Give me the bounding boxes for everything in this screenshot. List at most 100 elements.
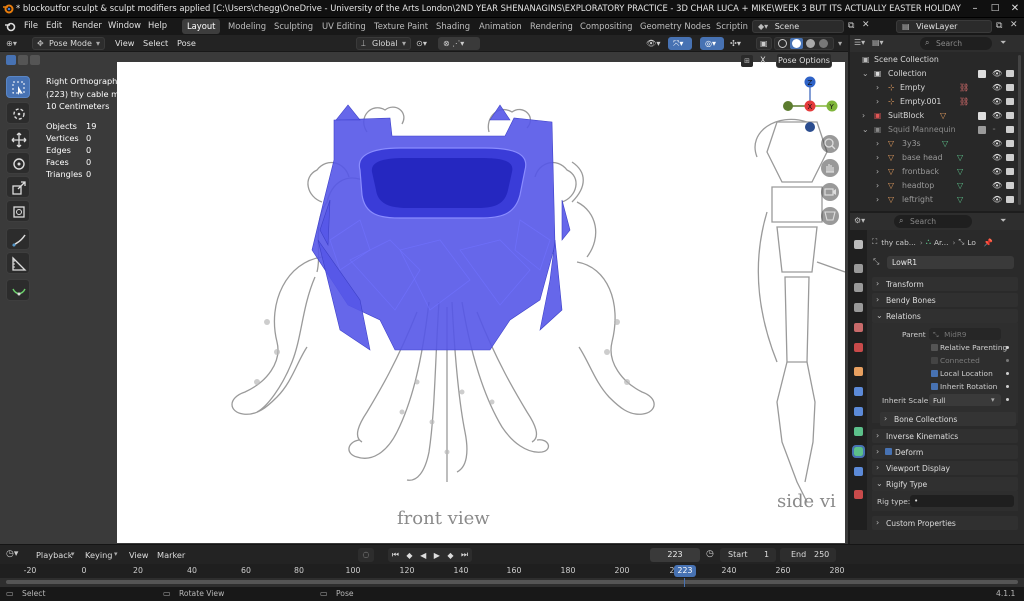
mode-selector[interactable]: ✥ Pose Mode ▾: [32, 37, 105, 50]
armature-data-tab-icon[interactable]: [854, 427, 863, 436]
camera-view-icon[interactable]: [821, 183, 839, 201]
exclude-checkbox[interactable]: [978, 112, 986, 120]
object-tab-icon[interactable]: [854, 367, 863, 376]
minimize-icon[interactable]: –: [968, 2, 982, 15]
display-mode-icon[interactable]: ▤▾: [872, 38, 884, 47]
editor-type-icon[interactable]: ⊕▾: [6, 37, 17, 50]
animate-property-icon[interactable]: [1006, 346, 1009, 349]
end-frame-field[interactable]: End 250: [780, 548, 836, 562]
panel-bone-collections[interactable]: › Bone Collections: [880, 412, 1016, 426]
menu-render[interactable]: Render: [72, 20, 102, 30]
deform-checkbox[interactable]: [885, 448, 892, 455]
gizmo-toggle[interactable]: ⤧▾: [668, 37, 692, 50]
tab-compositing[interactable]: Compositing: [575, 19, 638, 34]
bone-tab-icon[interactable]: [852, 445, 865, 458]
tab-animation[interactable]: Animation: [474, 19, 527, 34]
animate-property-icon[interactable]: [1006, 372, 1009, 375]
preview-range-icon[interactable]: ◷: [706, 549, 714, 559]
tab-scripting[interactable]: Scriptin: [711, 19, 753, 34]
texture-tab-icon[interactable]: [854, 490, 863, 499]
menu-keying[interactable]: Keying: [85, 550, 113, 560]
camera-icon[interactable]: [1006, 70, 1014, 77]
eye-icon[interactable]: ⁃: [992, 125, 996, 134]
panel-transform[interactable]: › Transform: [872, 277, 1018, 291]
tool-relax[interactable]: [6, 279, 30, 301]
scene-tab-icon[interactable]: [854, 323, 863, 332]
outliner-row-leftright[interactable]: › ▽ leftright ▽ 👁: [850, 193, 1024, 207]
relative-parenting-checkbox[interactable]: [931, 344, 938, 351]
eye-icon[interactable]: 👁: [992, 139, 1002, 148]
chevron-right-icon[interactable]: ›: [876, 139, 879, 148]
new-scene-icon[interactable]: ⧉: [848, 21, 854, 31]
eye-icon[interactable]: 👁: [992, 111, 1002, 120]
output-tab-icon[interactable]: [854, 283, 863, 292]
menu-select[interactable]: Select: [143, 37, 168, 50]
eye-icon[interactable]: 👁: [992, 97, 1002, 106]
viewport-3d[interactable]: front view side vi Right Orthographic (2…: [0, 52, 848, 544]
pose-options-button[interactable]: Pose Options: [776, 53, 832, 68]
menu-help[interactable]: Help: [148, 20, 167, 30]
eye-icon[interactable]: 👁: [992, 181, 1002, 190]
modifier-tab-icon[interactable]: [854, 387, 863, 396]
overlay-toggle[interactable]: ◎▾: [700, 37, 724, 50]
eye-icon[interactable]: 👁: [992, 167, 1002, 176]
bone-constraint-tab-icon[interactable]: [854, 467, 863, 476]
animate-property-icon[interactable]: [1006, 359, 1009, 362]
filter-icon[interactable]: ⏷: [1000, 38, 1006, 48]
outliner-row-empty-001[interactable]: › ⊹ Empty.001 ⛓ 👁: [850, 95, 1024, 109]
camera-icon[interactable]: [1006, 126, 1014, 133]
menu-pose[interactable]: Pose: [177, 37, 196, 50]
start-frame-field[interactable]: Start 1: [720, 548, 776, 562]
local-location-checkbox[interactable]: [931, 370, 938, 377]
tool-scale[interactable]: [6, 176, 30, 198]
panel-inverse-kinematics[interactable]: › Inverse Kinematics: [872, 429, 1018, 443]
jump-end-icon[interactable]: ⏭: [461, 550, 468, 560]
chevron-right-icon[interactable]: ›: [862, 111, 865, 120]
outliner-row-3y3s[interactable]: › ▽ 3y3s ▽ 👁: [850, 137, 1024, 151]
panel-viewport-display[interactable]: › Viewport Display: [872, 461, 1018, 475]
tab-uv-editing[interactable]: UV Editing: [317, 19, 371, 34]
xray-toggle[interactable]: ▣: [756, 37, 772, 50]
view-layer-selector[interactable]: ▤ ViewLayer: [896, 20, 992, 33]
camera-icon[interactable]: [1006, 84, 1014, 91]
tool-measure[interactable]: [6, 252, 30, 274]
shading-options-icon[interactable]: ▾: [838, 37, 842, 50]
menu-view[interactable]: View: [115, 37, 134, 50]
new-view-layer-icon[interactable]: ⧉: [996, 21, 1002, 31]
camera-icon[interactable]: [1006, 98, 1014, 105]
view-options-icon[interactable]: ⊞: [741, 55, 753, 67]
tool-move[interactable]: [6, 128, 30, 150]
animate-property-icon[interactable]: [1006, 398, 1009, 401]
delete-scene-icon[interactable]: ✕: [862, 20, 870, 30]
tab-sculpting[interactable]: Sculpting: [269, 19, 318, 34]
eye-icon[interactable]: 👁: [992, 83, 1002, 92]
eye-icon[interactable]: 👁: [992, 153, 1002, 162]
chevron-right-icon[interactable]: ›: [876, 83, 879, 92]
orientation-selector[interactable]: ⟘ Global ▾: [356, 37, 411, 50]
properties-search-input[interactable]: ⌕ Search: [894, 215, 972, 228]
close-pose-options[interactable]: X: [760, 55, 766, 65]
play-icon[interactable]: ▶: [434, 551, 440, 560]
perspective-toggle-icon[interactable]: [821, 207, 839, 225]
properties-editor-icon[interactable]: ⚙▾: [854, 216, 865, 225]
inherit-rotation-checkbox[interactable]: [931, 383, 938, 390]
play-reverse-icon[interactable]: ◀: [420, 551, 426, 560]
chevron-right-icon[interactable]: ›: [876, 195, 879, 204]
pan-hand-icon[interactable]: [821, 159, 839, 177]
snap-toggle[interactable]: ⊗ ⋰▾: [438, 37, 480, 50]
rig-type-field[interactable]: •: [910, 495, 1014, 507]
properties-options-icon[interactable]: ⏷: [1000, 216, 1006, 226]
tool-annotate[interactable]: [6, 228, 30, 250]
tool-rotate[interactable]: [6, 152, 30, 174]
prev-keyframe-icon[interactable]: ◆: [406, 551, 412, 560]
menu-marker[interactable]: Marker: [157, 550, 185, 560]
blender-menu-icon[interactable]: [5, 21, 16, 32]
camera-icon[interactable]: [1006, 154, 1014, 161]
tab-geometry-nodes[interactable]: Geometry Nodes: [635, 19, 716, 34]
camera-icon[interactable]: [1006, 168, 1014, 175]
navigation-gizmo[interactable]: Z Y X: [778, 74, 842, 134]
auto-keying-icon[interactable]: ◌: [358, 548, 374, 562]
tab-layout[interactable]: Layout: [182, 19, 221, 34]
chevron-right-icon[interactable]: ›: [876, 97, 879, 106]
exclude-checkbox[interactable]: [978, 126, 986, 134]
